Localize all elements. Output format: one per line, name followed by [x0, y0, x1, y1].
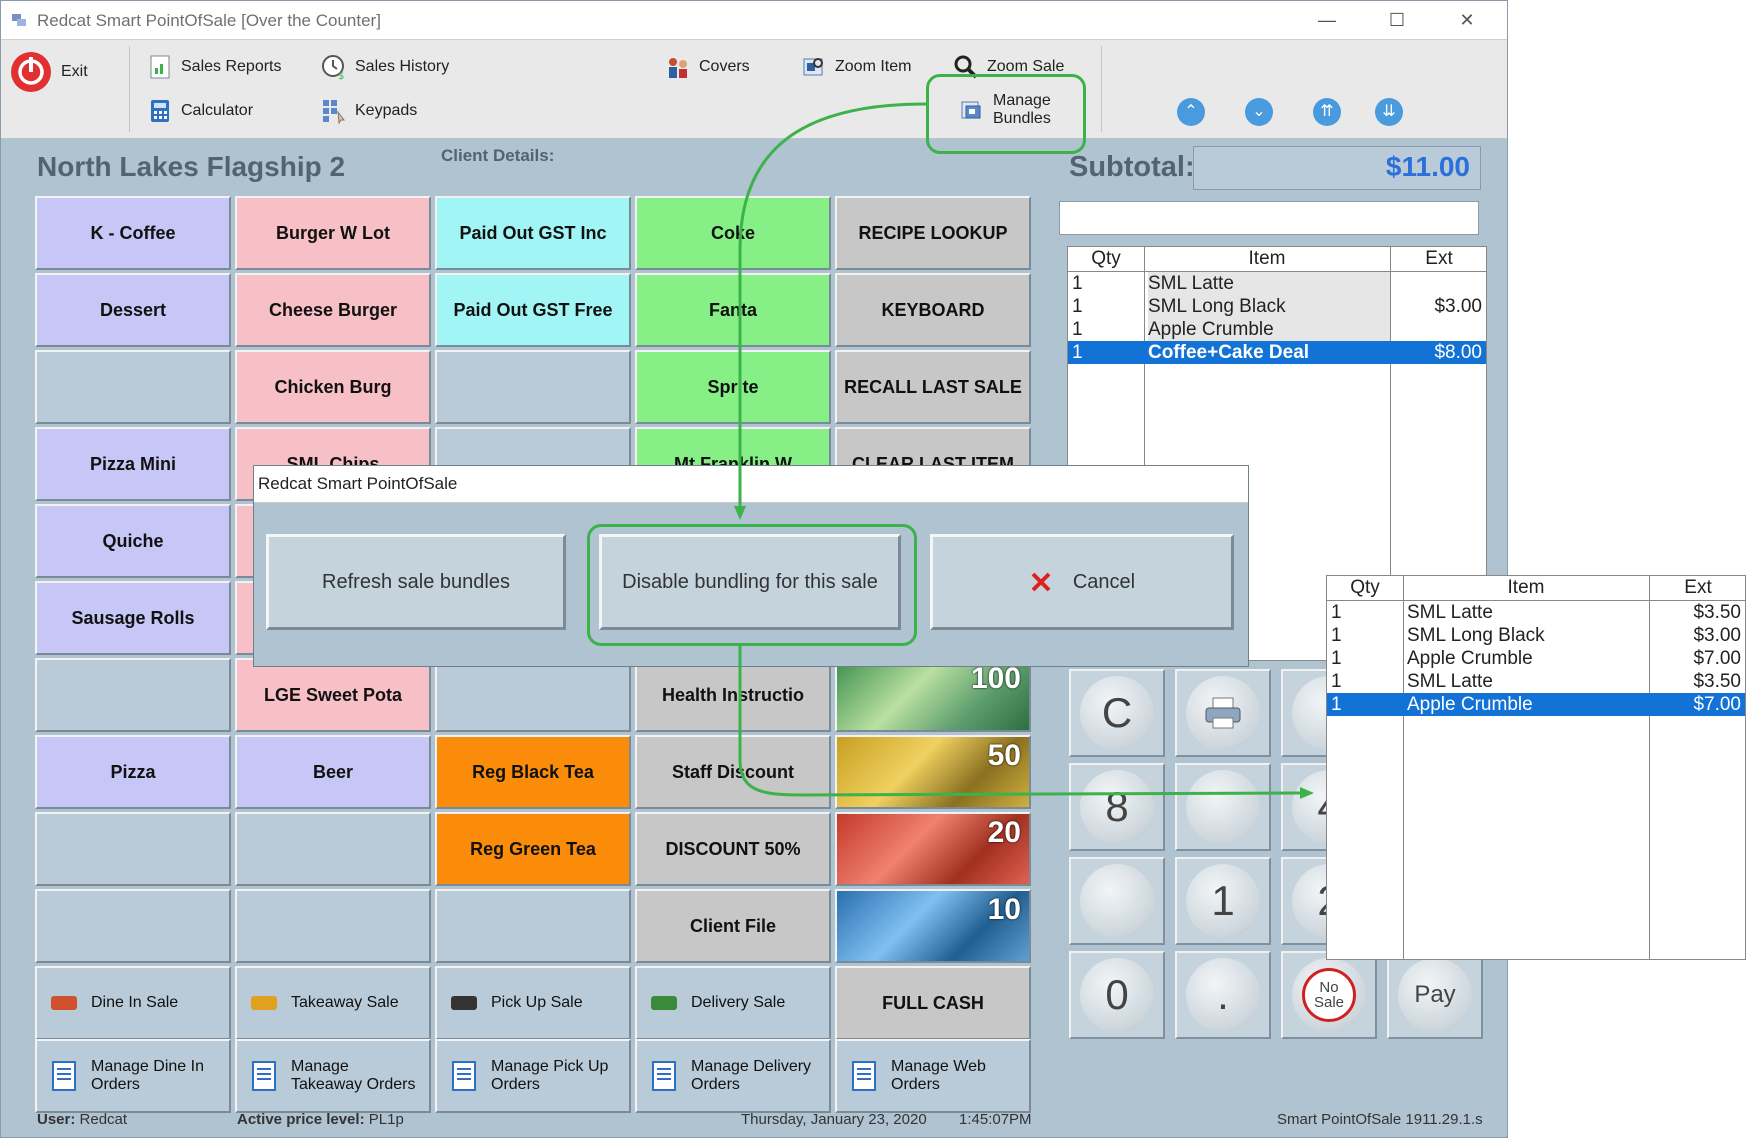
- cell-ext: $7.00: [1693, 648, 1741, 669]
- cell-ext: $3.50: [1693, 671, 1741, 692]
- table-row[interactable]: 1 Apple Crumble $7.00: [1327, 693, 1745, 716]
- column-header: Ext: [1684, 577, 1712, 598]
- arrowhead-to-dialog: [734, 506, 746, 520]
- table-header: Qty Item Ext: [1327, 576, 1745, 601]
- cell-qty: 1: [1331, 671, 1342, 692]
- arrow-to-result: [738, 646, 1301, 797]
- cell-ext: $3.00: [1693, 625, 1741, 646]
- arrowhead-to-result: [1300, 787, 1314, 799]
- column-header: Qty: [1350, 577, 1380, 598]
- cell-item: Apple Crumble: [1407, 648, 1533, 669]
- cell-item: SML Latte: [1407, 602, 1493, 623]
- annotation-arrows: [734, 102, 1314, 799]
- cell-item: Apple Crumble: [1407, 694, 1533, 715]
- table-row[interactable]: 1 Apple Crumble $7.00: [1327, 647, 1745, 670]
- table-row[interactable]: 1 SML Latte $3.50: [1327, 601, 1745, 624]
- cell-qty: 1: [1331, 694, 1342, 715]
- cell-item: SML Long Black: [1407, 625, 1545, 646]
- arrow-to-dialog: [738, 102, 927, 512]
- column-header: Item: [1507, 577, 1545, 598]
- cell-ext: $3.50: [1693, 602, 1741, 623]
- table-row[interactable]: 1 SML Latte $3.50: [1327, 670, 1745, 693]
- cell-qty: 1: [1331, 648, 1342, 669]
- cell-qty: 1: [1331, 602, 1342, 623]
- cell-item: SML Latte: [1407, 671, 1493, 692]
- cell-qty: 1: [1331, 625, 1342, 646]
- cell-ext: $7.00: [1693, 694, 1741, 715]
- table-row[interactable]: 1 SML Long Black $3.00: [1327, 624, 1745, 647]
- unbundled-items-table: Qty Item Ext 1 SML Latte $3.50 1 SML Long Black…: [1326, 575, 1746, 960]
